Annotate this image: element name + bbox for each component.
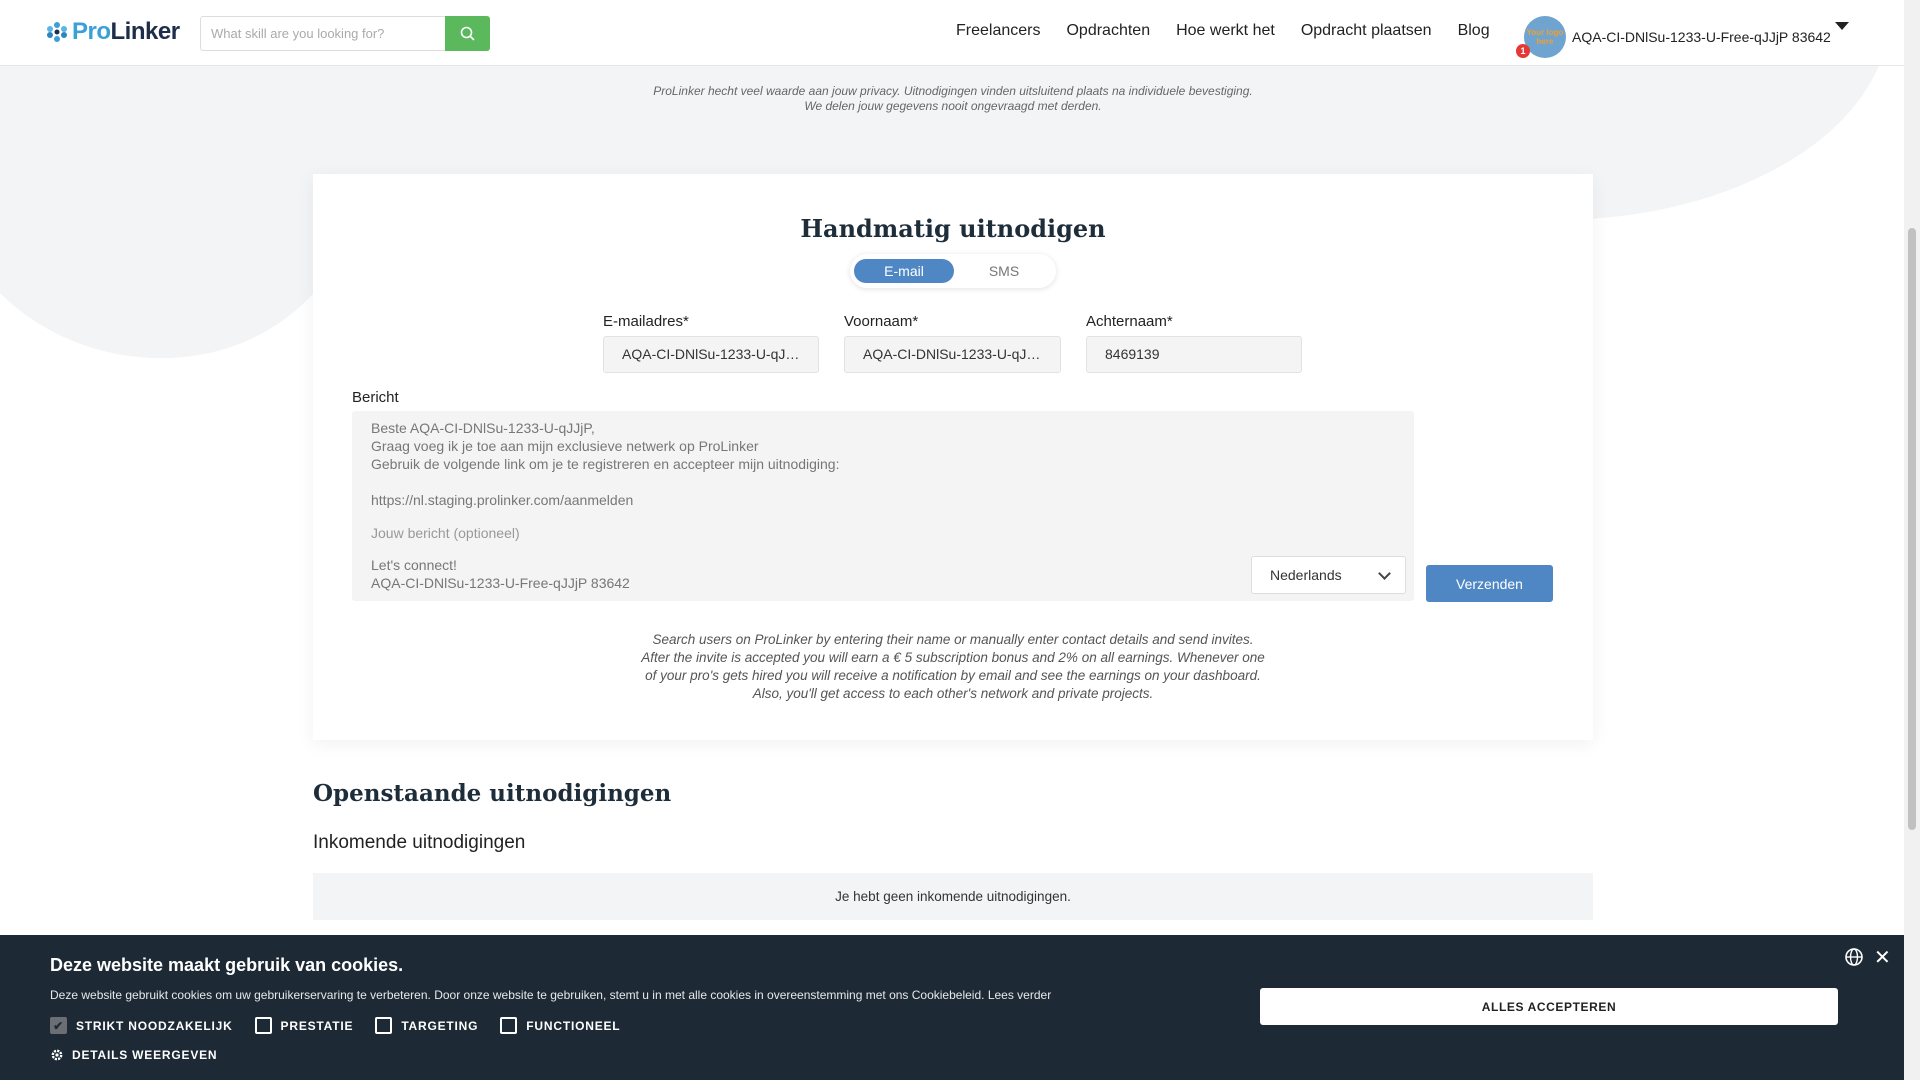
cookie-option-performance[interactable]: PRESTATIE [254,1017,354,1034]
user-menu-caret-icon[interactable] [1835,22,1849,30]
lastname-field[interactable]: 8469139 [1086,336,1302,373]
logo-snowflake-icon [46,21,68,43]
message-label: Bericht [352,389,399,406]
main-nav: Freelancers Opdrachten Hoe werkt het Opd… [956,22,1490,40]
page-scrollbar[interactable] [1904,0,1920,1080]
message-optional-input[interactable]: Jouw bericht (optioneel) [371,525,520,541]
site-header: ProLinker Freelancers Opdrachten Hoe wer… [0,0,1904,66]
info-line-1: Search users on ProLinker by entering th… [652,632,1254,647]
message-link: https://nl.staging.prolinker.com/aanmeld… [371,492,634,508]
cookie-option-label: PRESTATIE [280,1018,354,1033]
cookie-option-label: STRIKT NOODZAKELIJK [76,1018,233,1033]
message-closing: Let's connect! [371,557,457,573]
accept-all-cookies-button[interactable]: ALLES ACCEPTEREN [1260,988,1838,1025]
cookie-option-label: FUNCTIONEEL [526,1018,621,1033]
incoming-invites-title: Inkomende uitnodigingen [313,832,526,853]
firstname-label: Voornaam* [844,313,919,330]
invite-info-text: Search users on ProLinker by entering th… [313,631,1593,703]
cookie-details-label: DETAILS WEERGEVEN [72,1048,218,1062]
cookie-description: Deze website gebruikt cookies om uw gebr… [50,988,985,1002]
cookie-option-targeting[interactable]: TARGETING [375,1017,478,1034]
search-input[interactable] [200,16,445,51]
search-button[interactable] [445,16,490,51]
invite-method-toggle: E-mail SMS [850,254,1056,288]
manual-invite-title: Handmatig uitnodigen [800,214,1106,243]
pending-invites-title: Openstaande uitnodigingen [313,780,672,807]
prolinker-logo[interactable]: ProLinker [46,18,180,46]
send-button[interactable]: Verzenden [1426,565,1553,602]
language-select[interactable]: Nederlands [1251,556,1406,594]
search-icon [460,26,475,41]
checkbox-targeting[interactable] [375,1017,393,1034]
nav-blog[interactable]: Blog [1458,22,1490,40]
chevron-down-icon [1378,567,1391,580]
message-line-3: Gebruik de volgende link om je te regist… [371,456,840,472]
cookie-details-toggle[interactable]: DETAILS WEERGEVEN [50,1048,217,1062]
globe-icon[interactable] [1844,947,1864,967]
email-label: E-mailadres* [603,313,689,330]
lastname-label: Achternaam* [1086,313,1173,330]
privacy-note: ProLinker hecht veel waarde aan jouw pri… [313,84,1593,114]
checkbox-performance[interactable] [254,1017,272,1034]
checkbox-strict[interactable]: ✔ [50,1017,67,1034]
user-name[interactable]: AQA-CI-DNlSu-1233-U-Free-qJJjP 83642 [1572,29,1831,45]
info-line-3: of your pro's gets hired you will receiv… [645,668,1261,683]
tab-sms[interactable]: SMS [954,259,1054,283]
language-value: Nederlands [1270,567,1342,583]
checkbox-functional[interactable] [500,1017,518,1034]
incoming-invites-empty: Je hebt geen inkomende uitnodigingen. [313,873,1593,920]
logo-text: ProLinker [72,18,180,45]
cookie-option-functional[interactable]: FUNCTIONEEL [500,1017,620,1034]
nav-hoe-werkt-het[interactable]: Hoe werkt het [1176,22,1275,40]
nav-opdrachten[interactable]: Opdrachten [1066,22,1150,40]
info-line-2: After the invite is accepted you will ea… [641,650,1265,665]
close-icon[interactable]: ✕ [1874,945,1891,970]
search-bar [200,16,490,51]
gear-icon [51,1049,63,1061]
scrollbar-thumb[interactable] [1908,228,1916,830]
avatar[interactable]: Your logo here 1 [1516,16,1566,58]
firstname-field[interactable]: AQA-CI-DNlSu-1233-U-qJJjP [844,336,1061,373]
tab-email[interactable]: E-mail [854,259,954,283]
cookie-option-strict[interactable]: ✔ STRIKT NOODZAKELIJK [50,1017,233,1034]
privacy-line-2: We delen jouw gegevens nooit ongevraagd … [804,99,1102,113]
cookie-options: ✔ STRIKT NOODZAKELIJK PRESTATIE TARGETIN… [50,1017,620,1034]
incoming-empty-text: Je hebt geen inkomende uitnodigingen. [835,889,1071,904]
message-line-2: Graag voeg ik je toe aan mijn exclusieve… [371,438,759,454]
message-signature: AQA-CI-DNlSu-1233-U-Free-qJJjP 83642 [371,575,630,591]
cookie-title: Deze website maakt gebruik van cookies. [50,955,404,975]
invite-search-card [313,66,1593,174]
privacy-line-1: ProLinker hecht veel waarde aan jouw pri… [653,84,1253,98]
cookie-read-more-link[interactable]: Lees verder [988,988,1051,1002]
nav-opdracht-plaatsen[interactable]: Opdracht plaatsen [1301,22,1432,40]
nav-freelancers[interactable]: Freelancers [956,22,1040,40]
cookie-banner: Deze website maakt gebruik van cookies. … [0,935,1904,1080]
cookie-option-label: TARGETING [401,1018,479,1033]
email-field[interactable]: AQA-CI-DNlSu-1233-U-qJJjP@... [603,336,819,373]
info-line-4: Also, you'll get access to each other's … [752,686,1154,701]
avatar-logo-text: Your logo here [1526,28,1564,46]
cookie-text: Deze website gebruikt cookies om uw gebr… [50,988,1051,1002]
user-menu[interactable]: Your logo here 1 AQA-CI-DNlSu-1233-U-Fre… [1516,16,1831,58]
message-greeting: Beste AQA-CI-DNlSu-1233-U-qJJjP, [371,420,595,436]
notification-badge[interactable]: 1 [1516,44,1530,58]
